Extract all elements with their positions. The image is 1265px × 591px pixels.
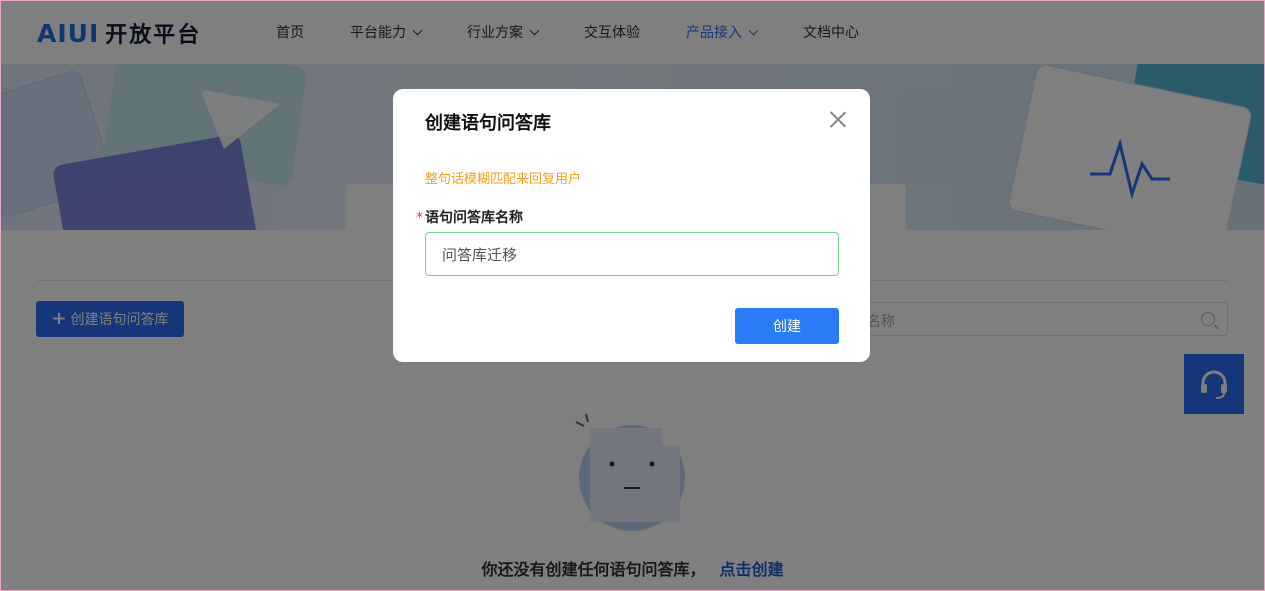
library-name-input[interactable]	[425, 232, 839, 276]
close-icon[interactable]	[828, 109, 848, 129]
create-qa-library-dialog: 创建语句问答库 整句话模糊匹配来回复用户 *语句问答库名称 创建	[393, 89, 870, 362]
required-mark: *	[416, 210, 423, 226]
library-name-label: * 语句问答库名称	[416, 207, 523, 227]
library-name-label-text: 语句问答库名称	[425, 210, 523, 226]
dialog-title: 创建语句问答库	[425, 113, 551, 134]
dialog-hint: 整句话模糊匹配来回复用户	[425, 172, 582, 187]
create-button[interactable]: 创建	[735, 308, 839, 344]
